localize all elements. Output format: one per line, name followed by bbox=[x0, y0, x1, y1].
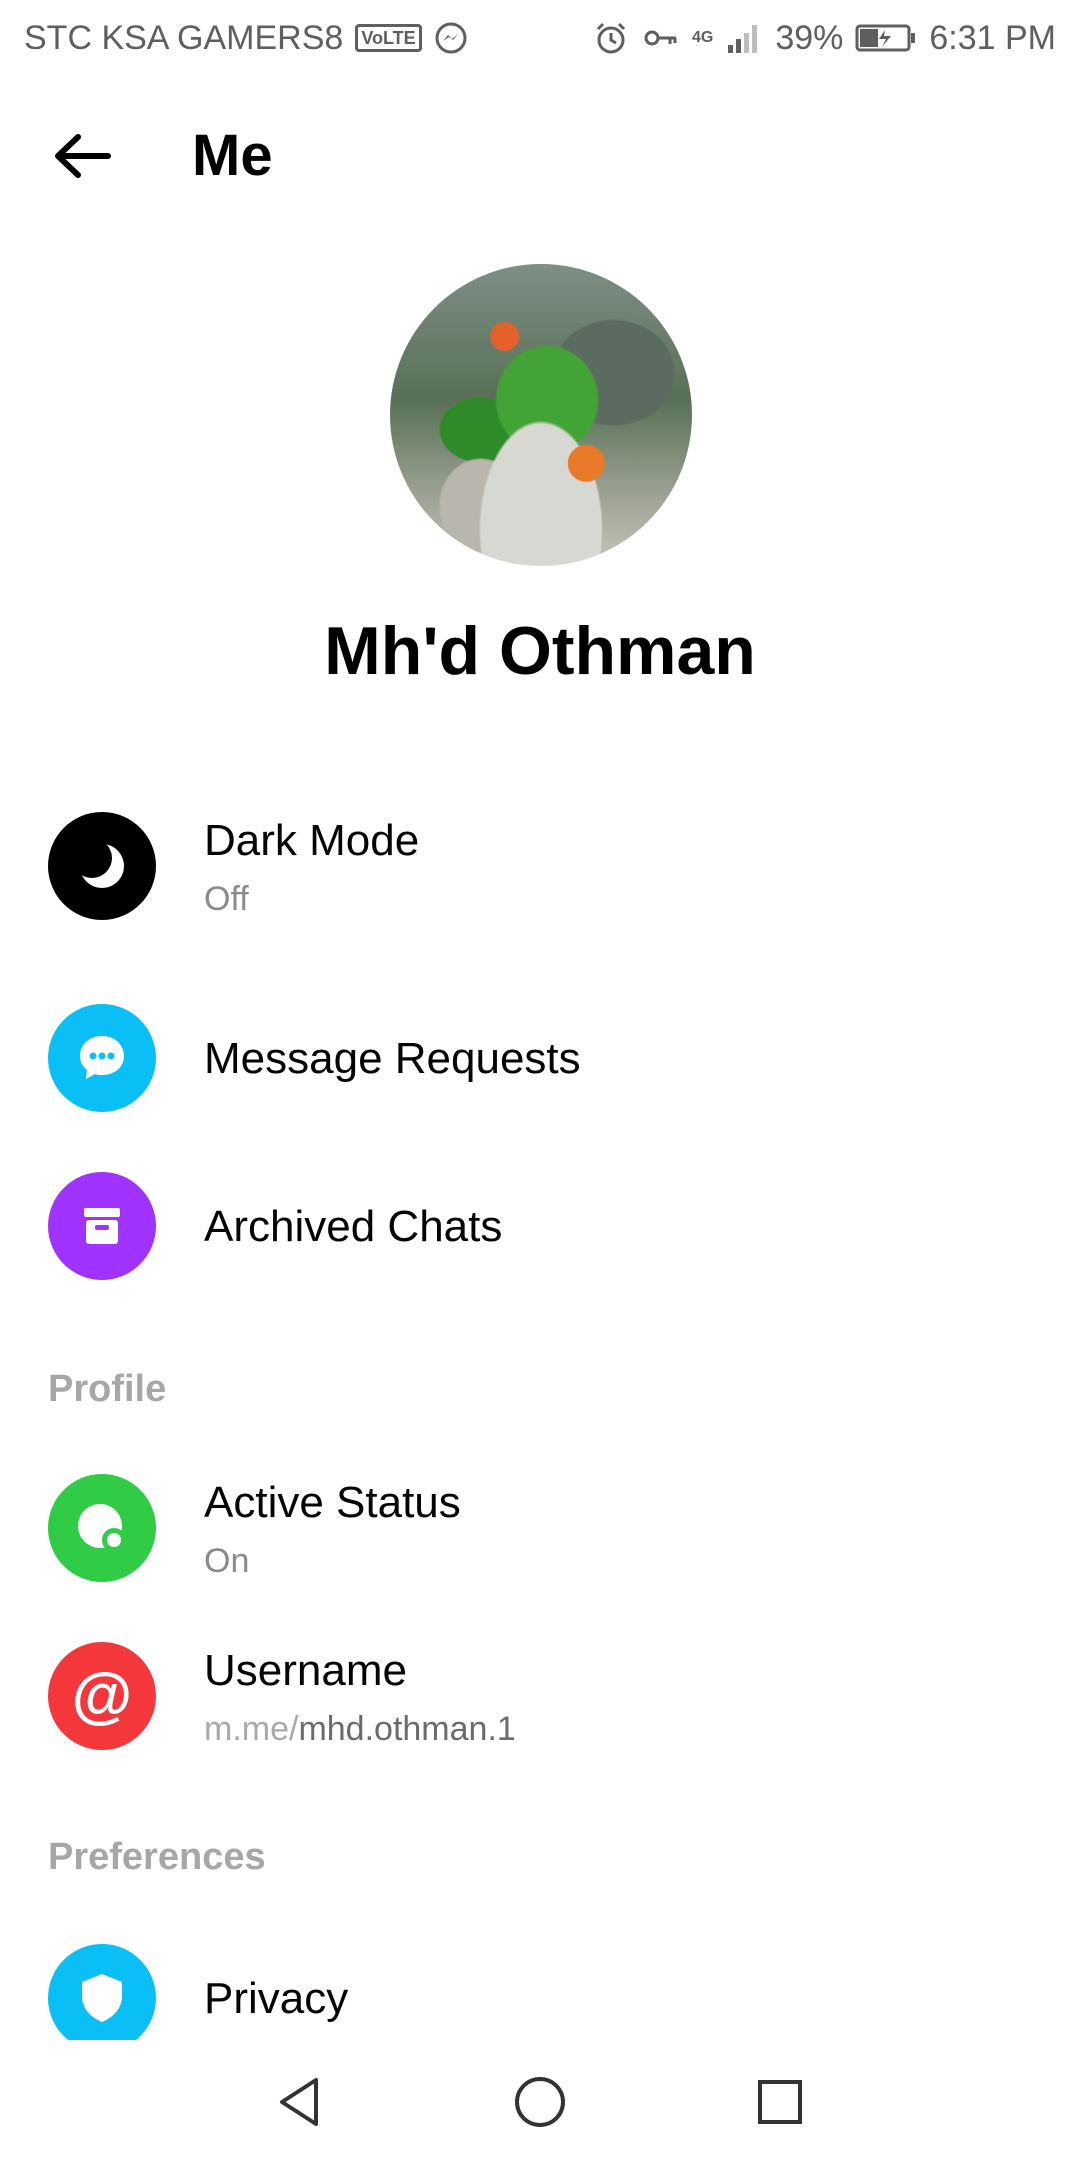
section-title-profile: Profile bbox=[48, 1368, 167, 1410]
signal-icon bbox=[728, 25, 758, 53]
at-sign-icon: @ bbox=[48, 1642, 156, 1750]
triangle-back-icon bbox=[280, 2078, 318, 2126]
section-title-preferences: Preferences bbox=[48, 1836, 266, 1878]
status-bar: STC KSA GAMERS8 VoLTE 4G 39% 6:31 PM bbox=[0, 0, 1080, 76]
archived-chats-label: Archived Chats bbox=[204, 1202, 503, 1251]
app-header: Me bbox=[0, 100, 1080, 212]
chat-bubble-icon bbox=[48, 1004, 156, 1112]
vpn-key-icon bbox=[644, 30, 677, 46]
nav-back-button[interactable] bbox=[260, 2062, 340, 2142]
alarm-icon bbox=[596, 22, 626, 54]
username-item[interactable]: @ Username m.me/mhd.othman.1 bbox=[0, 1632, 1080, 1782]
clock: 6:31 PM bbox=[929, 18, 1056, 57]
volte-badge: VoLTE bbox=[355, 24, 422, 52]
system-navigation-bar bbox=[0, 2040, 1080, 2160]
messenger-notification-icon bbox=[435, 22, 467, 54]
archive-box-icon bbox=[48, 1172, 156, 1280]
network-type: 4G bbox=[691, 29, 714, 46]
me-screen: STC KSA GAMERS8 VoLTE 4G 39% 6:31 PM Me … bbox=[0, 0, 1080, 2160]
profile-avatar[interactable] bbox=[390, 264, 692, 566]
archived-chats-item[interactable]: Archived Chats bbox=[0, 1162, 1080, 1312]
dark-mode-label: Dark Mode bbox=[204, 816, 420, 865]
circle-home-icon bbox=[515, 2077, 565, 2127]
nav-recents-button[interactable] bbox=[740, 2062, 820, 2142]
carrier-name: STC KSA GAMERS8 bbox=[24, 18, 344, 57]
battery-percent: 39% bbox=[775, 18, 844, 57]
dark-mode-value: Off bbox=[204, 880, 249, 918]
dark-mode-item[interactable]: Dark Mode Off bbox=[0, 802, 1080, 952]
active-status-label: Active Status bbox=[204, 1478, 461, 1527]
square-recents-icon bbox=[758, 2080, 802, 2124]
privacy-label: Privacy bbox=[204, 1974, 349, 2023]
back-arrow-icon bbox=[55, 134, 111, 178]
battery-charging-icon bbox=[855, 24, 916, 52]
username-value: m.me/mhd.othman.1 bbox=[204, 1710, 516, 1749]
privacy-item[interactable]: Privacy bbox=[0, 1934, 1080, 2040]
page-title: Me bbox=[192, 123, 273, 188]
back-button[interactable] bbox=[44, 126, 120, 186]
profile-name: Mh'd Othman bbox=[324, 613, 756, 689]
message-requests-label: Message Requests bbox=[204, 1034, 581, 1083]
message-requests-item[interactable]: Message Requests bbox=[0, 994, 1080, 1144]
active-status-icon bbox=[48, 1474, 156, 1582]
username-handle: mhd.othman.1 bbox=[298, 1710, 516, 1748]
username-label: Username bbox=[204, 1646, 407, 1695]
username-prefix: m.me/ bbox=[204, 1710, 299, 1748]
shield-icon bbox=[48, 1944, 156, 2040]
nav-home-button[interactable] bbox=[500, 2062, 580, 2142]
active-status-item[interactable]: Active Status On bbox=[0, 1464, 1080, 1614]
moon-icon bbox=[48, 812, 156, 920]
active-status-value: On bbox=[204, 1542, 250, 1580]
